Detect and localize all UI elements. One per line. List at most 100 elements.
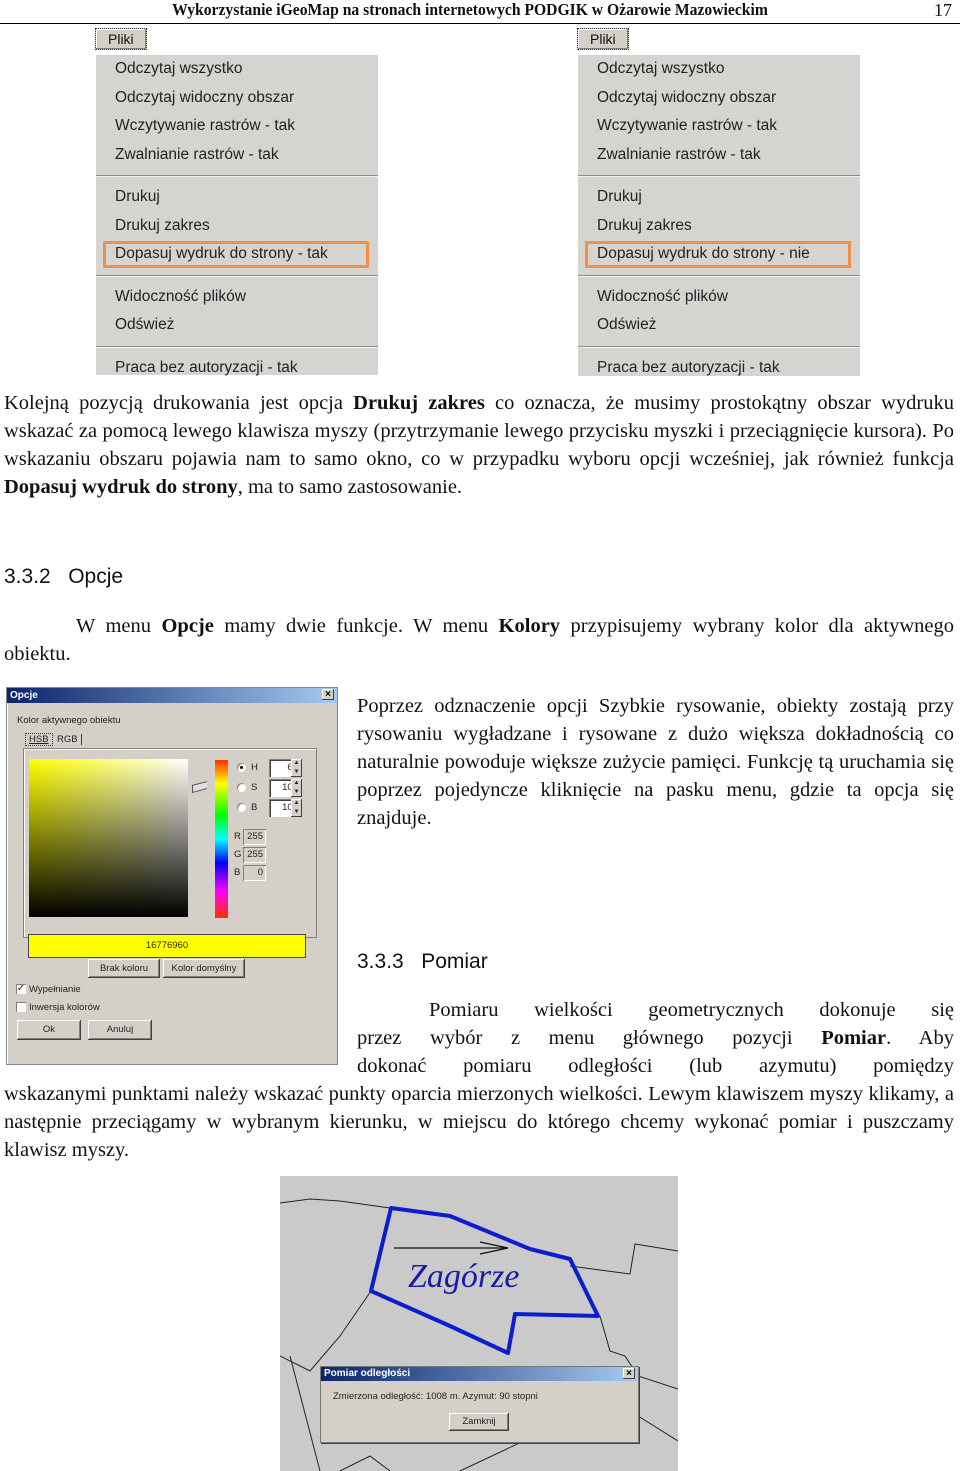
s-spinner[interactable]: ▲ ▼ xyxy=(291,779,302,797)
parcel-boundary xyxy=(339,1455,391,1471)
cancel-button[interactable]: Anuluj xyxy=(88,1020,152,1040)
menu-separator xyxy=(578,345,860,348)
text: przez wybór z menu głównego pozycji xyxy=(357,1027,822,1049)
close-icon[interactable]: × xyxy=(322,689,334,700)
tab-rgb[interactable]: RGB xyxy=(54,734,82,745)
r-value: 255 xyxy=(243,829,266,845)
menu-item[interactable]: Drukuj xyxy=(578,183,860,212)
saturation-brightness-picker[interactable] xyxy=(29,759,188,917)
measurement-result: Zmierzona odległość: 1008 m. Azymut: 90 … xyxy=(333,1391,538,1402)
hue-slider[interactable] xyxy=(215,760,228,918)
pliki-menu-left: Odczytaj wszystko Odczytaj widoczny obsz… xyxy=(96,55,378,376)
menu-item[interactable]: Widoczność plików xyxy=(96,283,378,312)
menu-item[interactable]: Wczytywanie rastrów - tak xyxy=(96,112,378,141)
label-s: S xyxy=(251,782,258,793)
parcel-boundary xyxy=(280,1198,391,1209)
menu-separator xyxy=(96,274,378,277)
dialog-titlebar: Pomiar odległości × xyxy=(321,1367,638,1381)
menu-item[interactable]: Odśwież xyxy=(96,311,378,340)
menu-item-highlighted[interactable]: Dopasuj wydruk do strony - tak xyxy=(102,240,370,269)
options-dialog: Opcje × Kolor aktywnego obiektu HSB RGB … xyxy=(6,687,338,1065)
menu-item[interactable]: Drukuj zakres xyxy=(96,212,378,241)
map-screenshot: Zagórze Pomiar odległości × Zmierzona od… xyxy=(280,1176,678,1471)
radio-h[interactable] xyxy=(237,763,246,772)
pliki-menu-right: Odczytaj wszystko Odczytaj widoczny obsz… xyxy=(578,55,860,376)
dialog-title: Pomiar odległości xyxy=(324,1368,411,1379)
b-rgb-value: 0 xyxy=(243,865,266,881)
menu-item[interactable]: Odczytaj wszystko xyxy=(578,55,860,84)
label-b: B xyxy=(251,802,258,813)
dialog-title: Opcje xyxy=(10,690,38,701)
menu-item-highlighted[interactable]: Dopasuj wydruk do strony - nie xyxy=(584,240,852,269)
tab-hsb[interactable]: HSB xyxy=(25,733,53,746)
menu-item[interactable]: Praca bez autoryzacji - tak xyxy=(578,354,860,383)
menu-separator xyxy=(96,175,378,177)
menu-item[interactable]: Odśwież xyxy=(578,311,860,340)
menu-item[interactable]: Drukuj zakres xyxy=(578,212,860,241)
menu-item[interactable]: Zwalnianie rastrów - tak xyxy=(578,141,860,170)
paragraph-pomiar-line1: Pomiaru wielkości geometrycznych dokonuj… xyxy=(429,999,954,1021)
bold-term: Kolory xyxy=(498,615,561,637)
close-button[interactable]: Zamknij xyxy=(449,1413,509,1431)
paragraph-pomiar-line3: dokonać pomiaru odległości (lub azymutu)… xyxy=(357,1055,954,1077)
menu-item[interactable]: Odczytaj widoczny obszar xyxy=(578,84,860,113)
g-value: 255 xyxy=(243,847,266,863)
label-h: H xyxy=(251,762,258,773)
menu-item[interactable]: Praca bez autoryzacji - tak xyxy=(96,354,378,383)
group-label: Kolor aktywnego obiektu xyxy=(17,715,121,726)
menu-item[interactable]: Odczytaj widoczny obszar xyxy=(96,84,378,113)
bold-term: Opcje xyxy=(161,615,214,637)
bold-term: Dopasuj wydruk do strony xyxy=(4,476,238,498)
fill-checkbox[interactable]: ✓ xyxy=(16,984,26,994)
no-color-button[interactable]: Brak koloru xyxy=(88,959,160,978)
label-g: G xyxy=(234,849,242,860)
menu-item[interactable]: Widoczność plików xyxy=(578,283,860,312)
menu-item[interactable]: Wczytywanie rastrów - tak xyxy=(578,112,860,141)
fill-label: Wypełnianie xyxy=(29,984,81,995)
paragraph-pomiar-line2: przez wybór z menu głównego pozycji Pomi… xyxy=(357,1024,954,1052)
b-spinner[interactable]: ▲ ▼ xyxy=(291,799,302,817)
radio-b[interactable] xyxy=(237,803,246,812)
label-b-rgb: B xyxy=(234,867,241,878)
running-header-title: Wykorzystanie iGeoMap na stronach intern… xyxy=(172,0,768,19)
close-icon[interactable]: × xyxy=(623,1368,635,1379)
page-number: 17 xyxy=(934,0,952,20)
paragraph-pomiar-rest: wskazanymi punktami należy wskazać punkt… xyxy=(4,1083,954,1161)
menu-separator xyxy=(96,345,378,348)
menu-item[interactable]: Drukuj xyxy=(96,183,378,212)
paragraph-szybkie-rysowanie: Poprzez odznaczenie opcji Szybkie rysowa… xyxy=(357,695,954,829)
section-heading-pomiar: 3.3.3 Pomiar xyxy=(357,950,488,973)
menu-separator xyxy=(578,274,860,277)
text: W menu xyxy=(76,615,162,637)
section-heading-opcje: 3.3.2 Opcje xyxy=(4,565,124,588)
menu-item[interactable]: Odczytaj wszystko xyxy=(96,55,378,84)
default-color-button[interactable]: Kolor domyślny xyxy=(163,959,245,978)
pliki-menu-button-right[interactable]: Pliki xyxy=(577,28,629,50)
text: . Aby xyxy=(886,1027,954,1049)
parcel-boundary xyxy=(280,1290,372,1372)
distance-dialog: Pomiar odległości × Zmierzona odległość:… xyxy=(320,1366,639,1443)
parcel-boundary xyxy=(569,1243,678,1275)
paragraph-opcje: W menu Opcje mamy dwie funkcje. W menu K… xyxy=(4,612,954,668)
h-spinner[interactable]: ▲ ▼ xyxy=(291,759,302,777)
parcel-boundary xyxy=(289,1355,321,1471)
paragraph-drukuj-zakres: Kolejną pozycją drukowania jest opcja Dr… xyxy=(4,389,954,501)
header-rule xyxy=(0,23,960,24)
invert-colors-label: Inwersja kolorów xyxy=(29,1002,100,1013)
parcel-boundary xyxy=(637,1415,678,1442)
text: , ma to samo zastosowanie. xyxy=(237,476,463,498)
menu-item[interactable]: Zwalnianie rastrów - tak xyxy=(96,141,378,170)
invert-colors-checkbox[interactable] xyxy=(16,1002,26,1012)
text: mamy dwie funkcje. W menu xyxy=(213,615,499,637)
map-label-zagorze: Zagórze xyxy=(408,1258,519,1295)
bold-term: Drukuj zakres xyxy=(353,392,485,414)
radio-s[interactable] xyxy=(237,783,246,792)
menu-separator xyxy=(578,175,860,177)
pliki-menu-button-left[interactable]: Pliki xyxy=(95,28,147,50)
dialog-titlebar: Opcje × xyxy=(7,688,337,703)
text: Kolejną pozycją drukowania jest opcja xyxy=(4,392,354,414)
color-preview: 16776960 xyxy=(28,934,306,958)
bold-term: Pomiar xyxy=(821,1027,887,1049)
ok-button[interactable]: Ok xyxy=(17,1020,81,1040)
label-r: R xyxy=(234,831,241,842)
